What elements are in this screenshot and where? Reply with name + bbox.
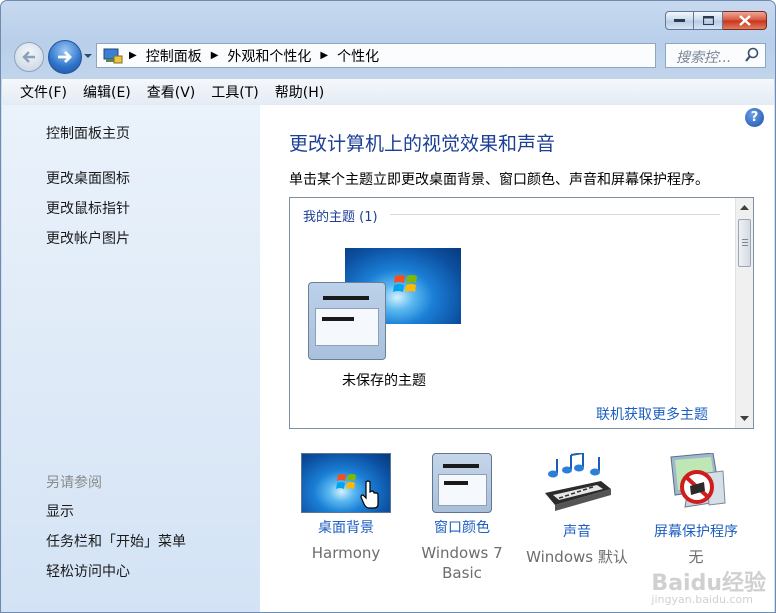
breadcrumb-control-panel[interactable]: 控制面板 <box>142 46 206 66</box>
desktop-background-label[interactable]: 桌面背景 <box>296 517 396 537</box>
menu-tools[interactable]: 工具(T) <box>203 82 266 102</box>
menu-bar: 文件(F) 编辑(E) 查看(V) 工具(T) 帮助(H) <box>2 78 774 106</box>
watermark: Baidu经验 jingyan.baidu.com <box>651 565 766 606</box>
window-color-item[interactable]: 窗口颜色 Windows 7 Basic <box>412 453 512 583</box>
left-pane: 控制面板主页 更改桌面图标 更改鼠标指针 更改帐户图片 另请参阅 显示 任务栏和… <box>2 105 260 612</box>
menu-edit[interactable]: 编辑(E) <box>75 82 139 102</box>
taskbar-start-menu-link[interactable]: 任务栏和「开始」菜单 <box>46 531 186 551</box>
caption-buttons <box>665 11 767 30</box>
watermark-sub: jingyan.baidu.com <box>651 593 753 606</box>
page-title: 更改计算机上的视觉效果和声音 <box>289 133 556 155</box>
scroll-up-button[interactable] <box>738 201 751 214</box>
my-themes-heading: 我的主题 (1) <box>303 210 378 225</box>
change-mouse-pointers-link[interactable]: 更改鼠标指针 <box>46 198 130 218</box>
chevron-up-icon <box>740 205 749 210</box>
ease-of-access-link[interactable]: 轻松访问中心 <box>46 561 130 581</box>
chevron-down-icon <box>740 416 749 421</box>
main-pane: ? 更改计算机上的视觉效果和声音 单击某个主题立即更改桌面背景、窗口颜色、声音和… <box>260 105 774 612</box>
chevron-right-icon[interactable]: ▶ <box>206 50 224 61</box>
screen-saver-value: 无 <box>688 548 704 566</box>
search-input[interactable]: 搜索控... <box>665 43 766 68</box>
page-description: 单击某个主题立即更改桌面背景、窗口颜色、声音和屏幕保护程序。 <box>289 172 709 188</box>
windows-logo-icon <box>393 275 417 292</box>
screen-saver-label[interactable]: 屏幕保护程序 <box>646 521 746 541</box>
breadcrumb-personalization[interactable]: 个性化 <box>333 46 383 66</box>
theme-window-preview <box>308 282 386 360</box>
maximize-icon <box>702 16 714 25</box>
close-icon <box>738 15 751 26</box>
scroll-down-button[interactable] <box>738 412 751 425</box>
see-also-heading: 另请参阅 <box>46 475 102 491</box>
display-link[interactable]: 显示 <box>46 501 74 521</box>
window: ▶ 控制面板 ▶ 外观和个性化 ▶ 个性化 搜索控... 文件(F) 编辑(E)… <box>0 0 776 613</box>
sounds-item[interactable]: 声音 Windows 默认 <box>522 451 632 567</box>
sounds-icon <box>545 451 611 511</box>
menu-file[interactable]: 文件(F) <box>12 82 75 102</box>
theme-list[interactable]: 我的主题 (1) 未保存的主题 联机获取更多主题 <box>289 197 754 429</box>
desktop-background-icon <box>301 453 391 513</box>
divider <box>390 214 720 215</box>
search-placeholder: 搜索控... <box>676 50 732 66</box>
chevron-right-icon[interactable]: ▶ <box>315 50 333 61</box>
arrow-left-icon <box>22 51 35 63</box>
forward-button[interactable] <box>48 40 82 74</box>
control-panel-home-link[interactable]: 控制面板主页 <box>46 123 130 143</box>
arrow-right-icon <box>58 51 72 63</box>
unsaved-theme-item[interactable] <box>308 248 468 368</box>
get-more-themes-link[interactable]: 联机获取更多主题 <box>596 404 708 424</box>
minimize-button[interactable] <box>665 11 694 30</box>
maximize-button[interactable] <box>694 11 723 30</box>
menu-help[interactable]: 帮助(H) <box>267 82 332 102</box>
change-desktop-icons-link[interactable]: 更改桌面图标 <box>46 168 130 188</box>
desktop-background-item[interactable]: 桌面背景 Harmony <box>296 453 396 563</box>
control-panel-icon <box>103 48 123 63</box>
back-button[interactable] <box>14 42 44 72</box>
window-color-label[interactable]: 窗口颜色 <box>412 517 512 537</box>
theme-list-scrollbar[interactable] <box>735 198 753 428</box>
window-color-value: Windows 7 Basic <box>421 544 503 582</box>
sounds-value: Windows 默认 <box>526 548 628 566</box>
sounds-label[interactable]: 声音 <box>522 521 632 541</box>
menu-view[interactable]: 查看(V) <box>139 82 204 102</box>
breadcrumb-appearance[interactable]: 外观和个性化 <box>223 46 315 66</box>
address-bar[interactable]: ▶ 控制面板 ▶ 外观和个性化 ▶ 个性化 <box>96 43 749 68</box>
search-icon[interactable] <box>744 47 760 63</box>
screen-saver-item[interactable]: 屏幕保护程序 无 <box>646 452 746 567</box>
scroll-thumb[interactable] <box>738 219 751 267</box>
desktop-background-value: Harmony <box>311 544 381 562</box>
screen-saver-icon <box>670 452 726 508</box>
chevron-right-icon[interactable]: ▶ <box>124 50 142 61</box>
unsaved-theme-label[interactable]: 未保存的主题 <box>342 370 426 390</box>
minimize-icon <box>674 18 685 22</box>
window-color-icon <box>432 453 492 513</box>
history-dropdown-icon[interactable] <box>83 53 93 59</box>
close-button[interactable] <box>723 11 767 30</box>
windows-logo-icon <box>336 474 356 489</box>
help-button[interactable]: ? <box>745 108 764 127</box>
change-account-picture-link[interactable]: 更改帐户图片 <box>46 228 130 248</box>
hand-cursor-icon <box>360 480 379 509</box>
